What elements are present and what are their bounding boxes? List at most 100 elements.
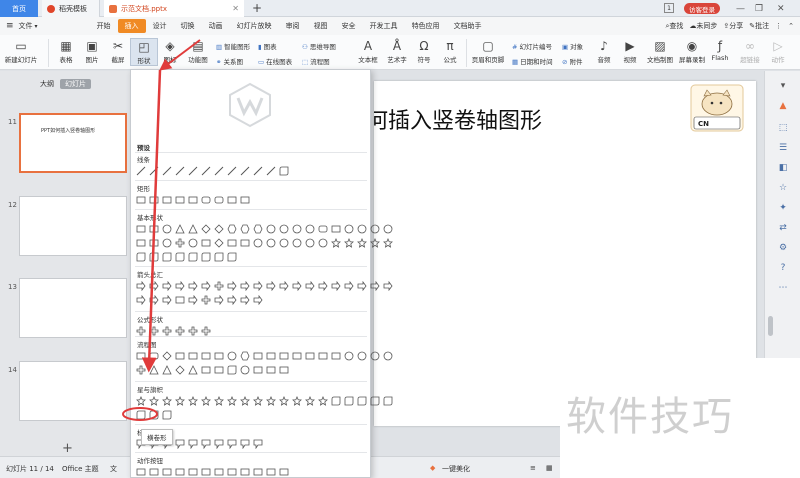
more-icon[interactable]: ⋮ — [775, 22, 782, 30]
shape-callout[interactable] — [201, 439, 211, 449]
more-icon[interactable]: ⋯ — [778, 283, 788, 293]
shape-star[interactable] — [266, 396, 276, 406]
shape-star[interactable] — [201, 396, 211, 406]
shape-plus[interactable] — [214, 281, 224, 291]
shape-callout[interactable] — [240, 439, 250, 449]
shape-rect[interactable] — [331, 351, 341, 361]
hyperlink-button[interactable]: ∞ 超链接 — [736, 38, 764, 64]
art-text-button[interactable]: Å 艺术字 — [382, 38, 412, 64]
menu-tab[interactable]: 安全 — [335, 19, 363, 33]
doc-to-chart-button[interactable]: ▨ 文档制图 — [644, 38, 676, 64]
shape-arrowR[interactable] — [162, 281, 172, 291]
shape-rect[interactable] — [331, 224, 341, 234]
shape-scroll[interactable] — [344, 396, 354, 406]
shape-circle[interactable] — [318, 238, 328, 248]
shape-star[interactable] — [305, 396, 315, 406]
new-tab-button[interactable]: + — [252, 1, 262, 15]
date-time-button[interactable]: ▦ 日期和时间 — [512, 56, 553, 66]
chart-button[interactable]: ▮ 图表 — [258, 41, 277, 51]
shape-star[interactable] — [253, 396, 263, 406]
shape-arrowR[interactable] — [253, 281, 263, 291]
shape-rect[interactable] — [227, 238, 237, 248]
shape-rect[interactable] — [214, 365, 224, 375]
shape-rect[interactable] — [318, 351, 328, 361]
shape-hex[interactable] — [253, 224, 263, 234]
shape-scroll[interactable] — [136, 410, 146, 420]
shape-scroll[interactable] — [162, 410, 172, 420]
shape-rrect[interactable] — [214, 195, 224, 205]
sync-status[interactable]: ☁未同步 — [689, 21, 717, 31]
shape-hex[interactable] — [227, 224, 237, 234]
shape-scroll[interactable] — [149, 252, 159, 262]
menu-tab[interactable]: 幻灯片放映 — [230, 19, 279, 33]
shape-rect[interactable] — [266, 351, 276, 361]
online-chart-button[interactable]: ▭ 在线图表 — [258, 56, 292, 66]
shape-star[interactable] — [383, 238, 393, 248]
minimize-icon[interactable]: — — [736, 0, 745, 17]
shape-arrowR[interactable] — [370, 281, 380, 291]
tab-outline[interactable]: 大纲 — [40, 79, 54, 89]
shape-circle[interactable] — [188, 238, 198, 248]
shape-scroll[interactable] — [331, 396, 341, 406]
shape-arrowR[interactable] — [136, 295, 146, 305]
header-footer-button[interactable]: ▢ 页眉和页脚 — [470, 38, 506, 64]
shape-diamond[interactable] — [214, 238, 224, 248]
shape-line[interactable] — [149, 166, 159, 176]
shape-rect[interactable] — [136, 238, 146, 248]
shape-tri[interactable] — [188, 224, 198, 234]
maximize-icon[interactable]: ❐ — [755, 0, 763, 17]
flash-button[interactable]: ƒ Flash — [706, 38, 734, 62]
shape-diamond[interactable] — [201, 224, 211, 234]
shape-tri[interactable] — [188, 365, 198, 375]
shape-rect[interactable] — [149, 238, 159, 248]
shape-callout[interactable] — [188, 439, 198, 449]
shape-star[interactable] — [357, 238, 367, 248]
shape-circle[interactable] — [162, 224, 172, 234]
shape-arrowR[interactable] — [331, 281, 341, 291]
shape-arrowR[interactable] — [214, 295, 224, 305]
shape-scroll[interactable] — [175, 252, 185, 262]
shape-rrect[interactable] — [201, 195, 211, 205]
shape-plus[interactable] — [149, 326, 159, 336]
shape-rect[interactable] — [266, 467, 276, 477]
shape-rect[interactable] — [279, 365, 289, 375]
shape-rect[interactable] — [136, 351, 146, 361]
shape-star[interactable] — [149, 396, 159, 406]
shape-rect[interactable] — [188, 467, 198, 477]
relation-button[interactable]: ⚭ 关系图 — [216, 56, 243, 66]
new-slide-button[interactable]: ▭ 新建幻灯片 — [4, 38, 38, 64]
login-button[interactable]: 访客登录 — [684, 3, 720, 14]
shape-plus[interactable] — [136, 365, 146, 375]
shape-scroll[interactable] — [227, 252, 237, 262]
shape-star[interactable] — [214, 396, 224, 406]
shape-line[interactable] — [175, 166, 185, 176]
close-window-icon[interactable]: ✕ — [777, 0, 785, 17]
shape-line[interactable] — [136, 166, 146, 176]
shape-circle[interactable] — [279, 238, 289, 248]
shape-rect[interactable] — [149, 195, 159, 205]
collapse-ribbon-icon[interactable]: ⌃ — [788, 22, 794, 30]
slide-title[interactable]: 何插入竖卷轴图形 — [374, 103, 542, 135]
shape-rect[interactable] — [240, 195, 250, 205]
shape-rect[interactable] — [227, 195, 237, 205]
shape-rect[interactable] — [136, 195, 146, 205]
shape-arrowR[interactable] — [266, 281, 276, 291]
shape-rect[interactable] — [266, 365, 276, 375]
shape-arrowR[interactable] — [344, 281, 354, 291]
shape-arrowR[interactable] — [253, 295, 263, 305]
shape-arrowR[interactable] — [305, 281, 315, 291]
vertical-scrollbar[interactable] — [768, 316, 773, 336]
notes-icon[interactable]: ≡ — [530, 464, 536, 472]
shape-arrowR[interactable] — [201, 281, 211, 291]
shape-circle[interactable] — [357, 224, 367, 234]
help-icon[interactable]: ? — [778, 263, 788, 273]
shape-circle[interactable] — [344, 351, 354, 361]
shape-rect[interactable] — [136, 224, 146, 234]
share-button[interactable]: ⇪分享 — [723, 21, 743, 31]
shape-plus[interactable] — [201, 295, 211, 305]
shape-tri[interactable] — [162, 365, 172, 375]
shape-plus[interactable] — [162, 326, 172, 336]
shape-star[interactable] — [175, 396, 185, 406]
function-chart-button[interactable]: ▤ 功能图 — [182, 38, 214, 64]
shape-circle[interactable] — [240, 365, 250, 375]
